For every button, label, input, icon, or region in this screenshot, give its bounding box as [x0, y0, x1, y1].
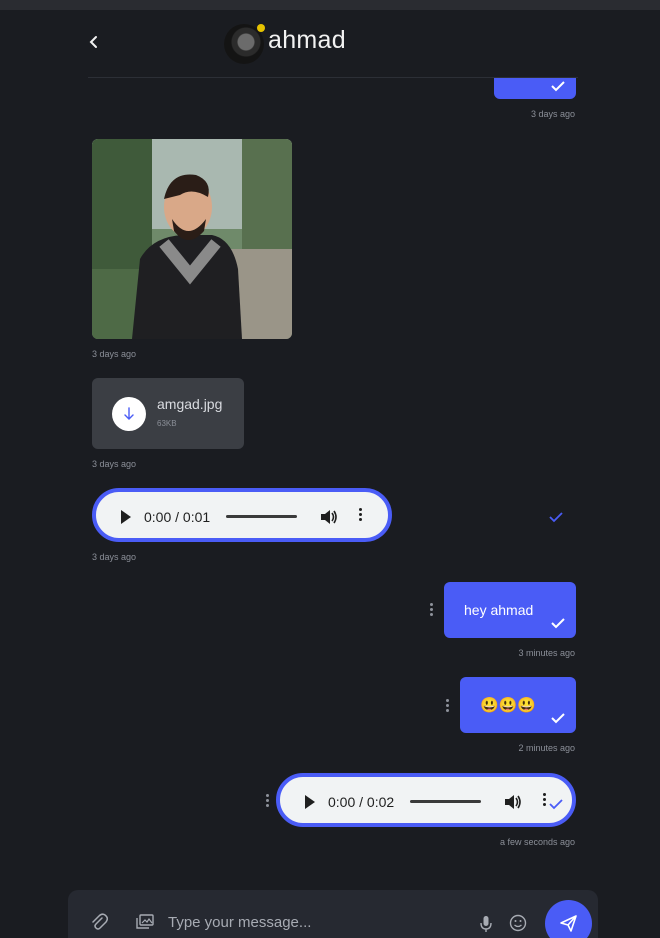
- message-timestamp: 3 minutes ago: [518, 648, 575, 658]
- read-check-icon: [551, 81, 565, 92]
- play-icon[interactable]: [120, 510, 132, 524]
- microphone-icon[interactable]: [480, 915, 492, 933]
- attach-icon[interactable]: [90, 913, 108, 931]
- read-check-icon: [551, 618, 565, 629]
- photo-person-image: [92, 139, 292, 339]
- message-composer: [68, 890, 598, 938]
- audio-message: 0:00 / 0:02: [276, 773, 576, 827]
- message-input[interactable]: [168, 910, 468, 934]
- file-attachment-card[interactable]: amgad.jpg 63KB: [92, 378, 244, 449]
- audio-time: 0:00 / 0:02: [328, 794, 395, 810]
- outgoing-message-bubble[interactable]: [494, 78, 576, 99]
- message-timestamp: a few seconds ago: [499, 837, 575, 847]
- message-options-icon[interactable]: [266, 794, 270, 809]
- outgoing-message-bubble[interactable]: 😃😃😃: [460, 677, 576, 733]
- send-button[interactable]: [545, 900, 592, 938]
- message-timestamp: 3 days ago: [92, 349, 137, 359]
- audio-message: 0:00 / 0:01: [92, 488, 392, 542]
- download-icon: [124, 407, 134, 420]
- contact-name: ahmad: [268, 26, 346, 54]
- send-icon: [560, 915, 577, 932]
- file-size: 63KB: [157, 419, 177, 428]
- play-icon[interactable]: [304, 795, 316, 809]
- message-options-icon[interactable]: [430, 603, 434, 618]
- image-icon[interactable]: [136, 914, 154, 930]
- image-message[interactable]: [92, 139, 292, 339]
- read-check-icon: [549, 512, 563, 523]
- emoji-icon[interactable]: [509, 914, 527, 932]
- message-timestamp: 3 days ago: [92, 552, 137, 562]
- message-timestamp: 3 days ago: [530, 109, 575, 119]
- online-status-dot: [257, 24, 265, 32]
- file-name: amgad.jpg: [157, 396, 223, 412]
- message-timestamp: 2 minutes ago: [518, 743, 575, 753]
- audio-more-icon[interactable]: [359, 508, 363, 523]
- audio-progress-track[interactable]: [226, 515, 297, 518]
- message-text: hey ahmad: [464, 602, 534, 618]
- download-button[interactable]: [112, 397, 146, 431]
- message-options-icon[interactable]: [446, 699, 450, 714]
- audio-progress-track[interactable]: [410, 800, 481, 803]
- message-timestamp: 3 days ago: [92, 459, 137, 469]
- back-arrow-icon[interactable]: [88, 34, 102, 50]
- volume-icon[interactable]: [320, 509, 338, 525]
- window-top-strip: [0, 0, 660, 10]
- read-check-icon: [551, 713, 565, 724]
- audio-more-icon[interactable]: [543, 793, 547, 808]
- volume-icon[interactable]: [504, 794, 522, 810]
- audio-time: 0:00 / 0:01: [144, 509, 211, 525]
- message-text: 😃😃😃: [480, 697, 537, 714]
- chat-header: ahmad: [88, 10, 578, 78]
- read-check-icon: [549, 799, 563, 810]
- outgoing-message-bubble[interactable]: hey ahmad: [444, 582, 576, 638]
